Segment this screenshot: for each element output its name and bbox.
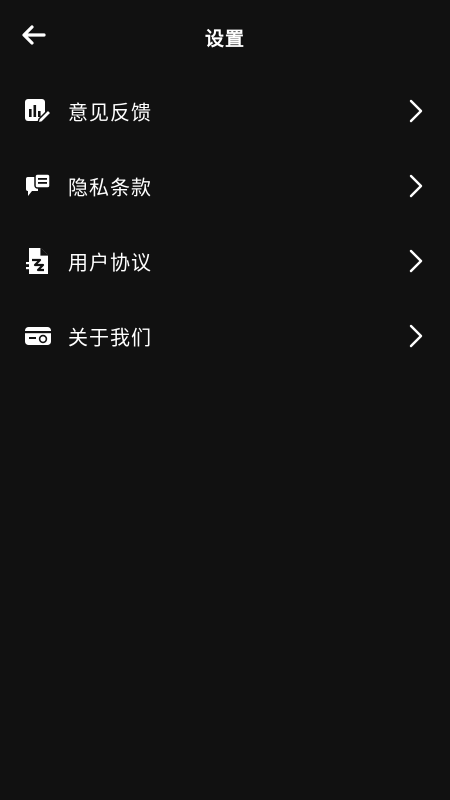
chevron-right-icon <box>409 99 423 122</box>
menu-item-label: 隐私条款 <box>68 175 152 199</box>
menu-item-feedback[interactable]: 意见反馈 <box>0 73 450 148</box>
chevron-right-icon <box>409 249 423 272</box>
feedback-chart-icon <box>24 97 52 125</box>
menu-item-user-agreement[interactable]: 用户协议 <box>0 223 450 298</box>
menu-item-label: 意见反馈 <box>68 100 152 124</box>
menu-item-label: 用户协议 <box>68 250 152 274</box>
settings-menu: 意见反馈 隐私条款 用户协议 关于我们 <box>0 73 450 373</box>
id-card-icon <box>24 322 52 350</box>
page-title: 设置 <box>204 28 245 50</box>
document-icon <box>24 247 52 275</box>
header: 设置 <box>0 0 450 72</box>
chevron-right-icon <box>409 324 423 347</box>
settings-screen: 设置 意见反馈 隐私条款 用户协议 关于我们 <box>0 0 450 800</box>
chevron-right-icon <box>409 174 423 197</box>
menu-item-privacy[interactable]: 隐私条款 <box>0 148 450 223</box>
menu-item-about-us[interactable]: 关于我们 <box>0 298 450 373</box>
menu-item-label: 关于我们 <box>68 325 152 349</box>
chat-bubble-icon <box>24 172 52 200</box>
